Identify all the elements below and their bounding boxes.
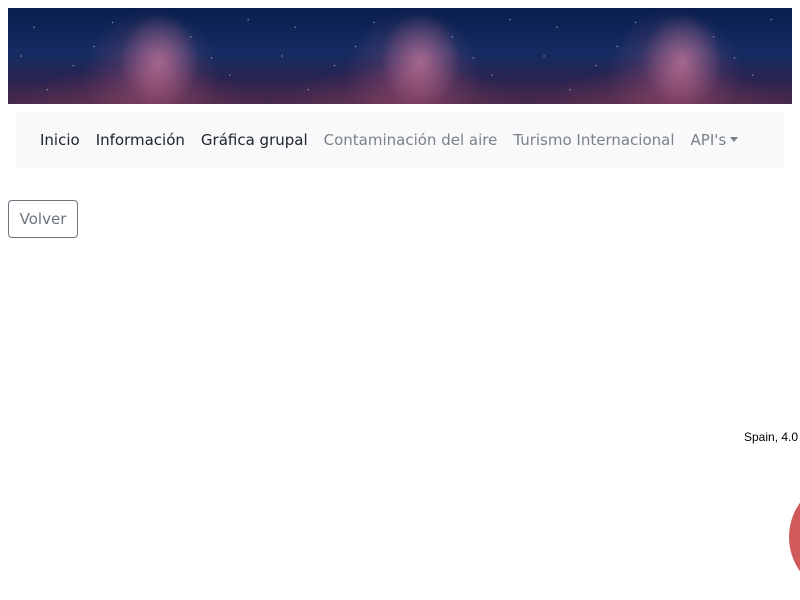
nav-turismo-internacional[interactable]: Turismo Internacional <box>505 131 682 149</box>
nav-inicio[interactable]: Inicio <box>32 131 88 149</box>
nav-apis-dropdown[interactable]: API's <box>683 131 747 149</box>
banner-image-tile <box>269 8 531 104</box>
nav-apis-label: API's <box>690 131 727 149</box>
chart-data-label: Spain, 4.0 <box>744 430 799 444</box>
banner-image-tile <box>530 8 792 104</box>
back-button[interactable]: Volver <box>8 200 78 238</box>
nav-contaminacion-aire[interactable]: Contaminación del aire <box>316 131 506 149</box>
main-navbar: Inicio Información Gráfica grupal Contam… <box>16 112 784 168</box>
nav-informacion[interactable]: Información <box>88 131 193 149</box>
nav-grafica-grupal[interactable]: Gráfica grupal <box>193 131 316 149</box>
chart-bubble-circle <box>789 502 800 572</box>
header-banner <box>8 8 792 104</box>
caret-down-icon <box>730 137 739 142</box>
chart-bubble <box>788 490 800 584</box>
banner-image-tile <box>8 8 270 104</box>
